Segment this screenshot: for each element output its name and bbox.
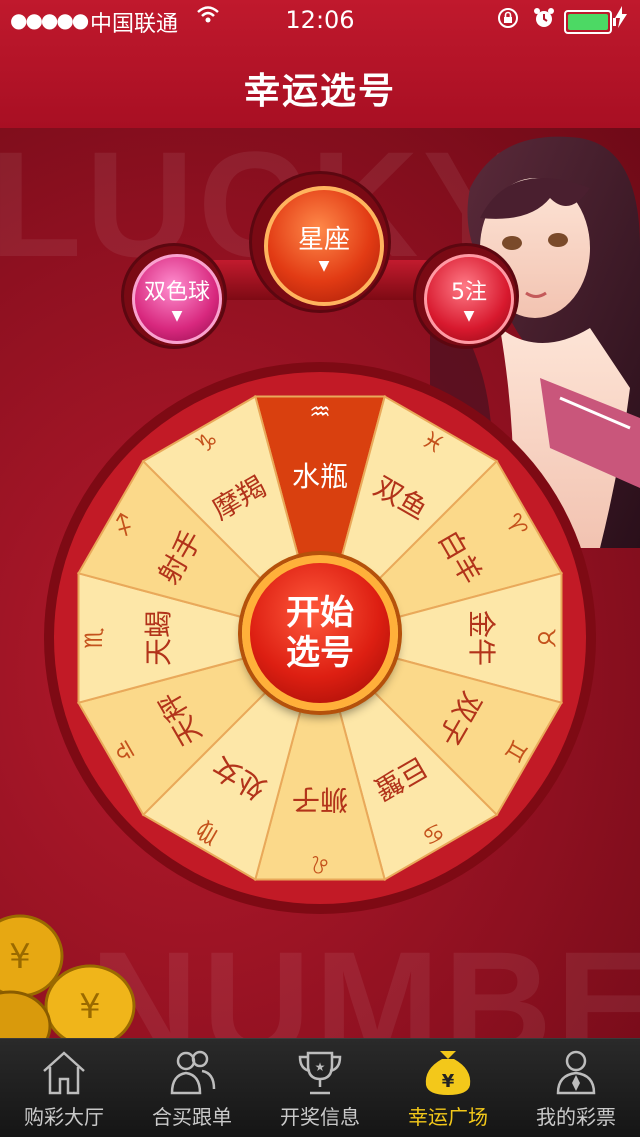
chevron-down-icon: ▼ <box>318 257 330 274</box>
top-bar: ●●●●● 中国联通 12:06 幸运选号 <box>0 0 640 129</box>
pick-mode-selector[interactable]: 星座 ▼ <box>264 186 384 306</box>
zodiac-symbol-icon: ♌ <box>309 850 331 878</box>
tab-lucky-plaza[interactable]: ¥ 幸运广场 <box>384 1039 512 1137</box>
zodiac-symbol-icon: ♏ <box>80 627 108 649</box>
bet-count-selector[interactable]: 5注 ▼ <box>424 254 514 344</box>
svg-text:¥: ¥ <box>79 987 101 1027</box>
chevron-down-icon: ▼ <box>171 308 183 324</box>
charging-icon <box>614 6 628 33</box>
tab-bar: 购彩大厅 合买跟单 ★ 开奖信息 ¥ 幸运广场 我的彩票 <box>0 1038 640 1137</box>
alarm-icon <box>532 6 556 36</box>
tab-label: 我的彩票 <box>536 1105 616 1129</box>
tab-lottery-hall[interactable]: 购彩大厅 <box>0 1039 128 1137</box>
tab-label: 幸运广场 <box>408 1105 488 1129</box>
pick-mode-label: 星座 <box>297 224 350 255</box>
start-pick-button[interactable]: 开始 选号 <box>242 555 398 711</box>
lottery-type-label: 双色球 <box>143 280 210 305</box>
status-bar: ●●●●● 中国联通 12:06 <box>0 0 640 40</box>
bet-count-label: 5注 <box>451 280 487 305</box>
rotation-lock-icon <box>496 6 520 36</box>
tab-draw-results[interactable]: ★ 开奖信息 <box>256 1039 384 1137</box>
tab-label: 购彩大厅 <box>24 1105 104 1129</box>
zodiac-name: 狮子 <box>292 783 348 816</box>
house-icon <box>43 1051 85 1095</box>
start-pick-label-line2: 选号 <box>286 633 354 673</box>
battery-icon <box>564 10 616 34</box>
page-title: 幸运选号 <box>243 71 396 112</box>
start-pick-label-line1: 开始 <box>286 593 354 633</box>
svg-text:¥: ¥ <box>442 1071 455 1092</box>
gold-coins-decoration: ¥ ¥ <box>0 914 136 1046</box>
zodiac-symbol-icon: ♉ <box>532 627 560 649</box>
trophy-icon: ★ <box>298 1051 342 1095</box>
tab-label: 合买跟单 <box>152 1105 232 1129</box>
zodiac-symbol-icon: ♒ <box>309 398 331 426</box>
zodiac-name: 金牛 <box>465 610 498 666</box>
lottery-type-selector[interactable]: 双色球 ▼ <box>132 254 222 344</box>
group-icon <box>170 1050 216 1095</box>
chevron-down-icon: ▼ <box>463 308 475 324</box>
tab-group-buy[interactable]: 合买跟单 <box>128 1039 256 1137</box>
zodiac-name: 天蝎 <box>142 610 175 666</box>
tab-my-lottery[interactable]: 我的彩票 <box>512 1039 640 1137</box>
tab-label: 开奖信息 <box>280 1105 360 1129</box>
svg-text:★: ★ <box>315 1060 326 1074</box>
zodiac-name: 水瓶 <box>292 460 348 493</box>
svg-text:¥: ¥ <box>9 937 31 977</box>
user-icon <box>556 1050 596 1095</box>
money-bag-icon: ¥ <box>425 1051 471 1095</box>
background-word-number: NUMBER <box>90 920 640 1038</box>
